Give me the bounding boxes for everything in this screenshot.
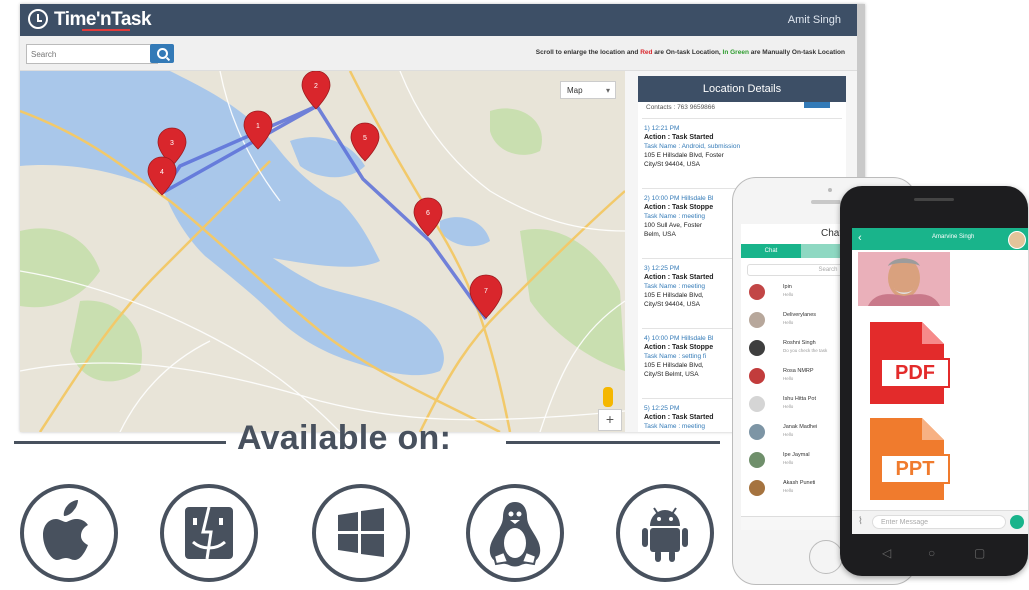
pin-label-4: 4 [160, 169, 164, 176]
app-logo: Time'nTask [54, 9, 152, 30]
logo-clock-icon [28, 9, 48, 29]
contact-name: Akash Puneti [783, 480, 816, 486]
search-button[interactable] [150, 44, 174, 63]
android-nav-bar: ◁ ○ ▢ [840, 536, 1028, 572]
contact-preview: Hello [783, 432, 794, 437]
shared-photo[interactable] [858, 252, 950, 306]
chat-contact-name: Amarvine Singh [932, 234, 975, 240]
android-device: ‹ Amarvine Singh PDF PPT ⌇ Enter Message… [840, 186, 1028, 576]
iphone-home-button[interactable] [809, 540, 843, 574]
windows-icon[interactable] [312, 484, 410, 582]
contact-name: Rosa NMRP [783, 368, 814, 374]
ppt-label: PPT [880, 454, 950, 484]
map-pin-7[interactable] [469, 274, 503, 319]
ppt-attachment[interactable]: PPT [860, 418, 950, 500]
chat-title: Chat [821, 228, 843, 239]
android-icon[interactable] [616, 484, 714, 582]
avatar [749, 480, 765, 496]
pin-label-7: 7 [484, 288, 488, 295]
map-pin-2[interactable] [301, 71, 331, 110]
avatar [749, 340, 765, 356]
available-rule-right [506, 441, 720, 444]
app-header: Time'nTask Amit Singh [20, 4, 865, 36]
details-scroll-tab[interactable] [804, 102, 830, 108]
map-type-select[interactable]: Map [560, 81, 616, 100]
contact-preview: Do you check the task [783, 348, 828, 353]
pdf-attachment[interactable]: PDF [860, 322, 950, 404]
contact-name: Roshni Singh [783, 340, 816, 346]
avatar[interactable] [1008, 231, 1026, 249]
zoom-in-button[interactable]: + [598, 409, 622, 431]
toolbar: Scroll to enlarge the location and Red a… [20, 36, 857, 71]
contact-preview: Hello [783, 404, 794, 409]
linux-icon[interactable] [466, 484, 564, 582]
attachment-clip-icon[interactable]: ⌇ [858, 516, 863, 527]
android-chat-screen: ‹ Amarvine Singh PDF PPT ⌇ Enter Message [852, 228, 1028, 534]
avatar [749, 368, 765, 384]
legend-mid: are On-task Location, [652, 49, 723, 56]
iphone-speaker [811, 200, 841, 204]
contact-name: Ipin [783, 284, 792, 290]
entry-divider [642, 118, 842, 119]
contact-preview: Hello [783, 376, 794, 381]
android-speaker [914, 198, 954, 201]
apple-icon[interactable] [20, 484, 118, 582]
legend-prefix: Scroll to enlarge the location and [535, 49, 641, 56]
pin-label-1: 1 [256, 123, 260, 130]
pin-label-2: 2 [314, 83, 318, 90]
contact-name: Ishu Hitta Pot [783, 396, 817, 402]
avatar [749, 312, 765, 328]
pdf-label: PDF [880, 358, 950, 388]
logo-underline [82, 29, 130, 31]
contact-preview: Hello [783, 292, 794, 297]
map-canvas[interactable]: 1 2 3 4 5 6 7 [20, 71, 625, 432]
contact-name: Janak Madhei [783, 424, 818, 430]
back-arrow-icon[interactable]: ‹ [858, 232, 862, 244]
contact-name: Deliverylanes [783, 312, 817, 318]
pin-label-6: 6 [426, 210, 430, 217]
entry-address: 105 E Hillsdale Blvd, Foster [644, 152, 724, 159]
entry-action: Action : Task Started [644, 134, 714, 141]
detail-contact-line: Contacts : 763 9659866 [646, 104, 716, 111]
street-view-pegman-icon[interactable] [603, 387, 613, 407]
contact-preview: Hello [783, 488, 794, 493]
user-name[interactable]: Amit Singh [788, 14, 841, 26]
message-input[interactable]: Enter Message [872, 515, 1006, 529]
pin-label-3: 3 [170, 140, 174, 147]
location-details-title: Location Details [638, 76, 846, 102]
available-rule-left [14, 441, 226, 444]
legend-red: Red [640, 49, 653, 56]
map-legend: Scroll to enlarge the location and Red a… [536, 49, 845, 56]
available-on-title: Available on: [237, 419, 452, 457]
finder-icon[interactable] [160, 484, 258, 582]
send-icon[interactable] [1010, 515, 1024, 529]
nav-home-icon[interactable]: ○ [928, 546, 935, 560]
contact-preview: Hello [783, 320, 794, 325]
nav-back-icon[interactable]: ◁ [882, 546, 891, 560]
entry-task: Task Name : Android, submission [644, 143, 741, 150]
avatar [749, 424, 765, 440]
entry-city: City/St 94404, USA [644, 161, 700, 168]
search-icon [157, 48, 168, 59]
pin-label-5: 5 [363, 135, 367, 142]
avatar [749, 452, 765, 468]
chat-header: ‹ Amarvine Singh [852, 228, 1028, 250]
search-input[interactable] [26, 44, 158, 64]
map-view[interactable]: 1 2 3 4 5 6 7 Map + [20, 71, 625, 432]
location-entry-1[interactable]: 1) 12:21 PM Action : Task Started Task N… [644, 124, 844, 169]
entry-time: 1) 12:21 PM [644, 125, 680, 132]
iphone-camera [828, 188, 832, 192]
legend-suffix: are Manually On-task Location [748, 49, 845, 56]
avatar [749, 396, 765, 412]
legend-green: In Green [722, 49, 749, 56]
contact-name: Ipe Jaymal [783, 452, 810, 458]
nav-recent-icon[interactable]: ▢ [974, 546, 985, 560]
contact-preview: Hello [783, 460, 794, 465]
message-input-bar: ⌇ Enter Message [852, 510, 1028, 534]
avatar [749, 284, 765, 300]
tab-chat[interactable]: Chat [741, 244, 801, 258]
